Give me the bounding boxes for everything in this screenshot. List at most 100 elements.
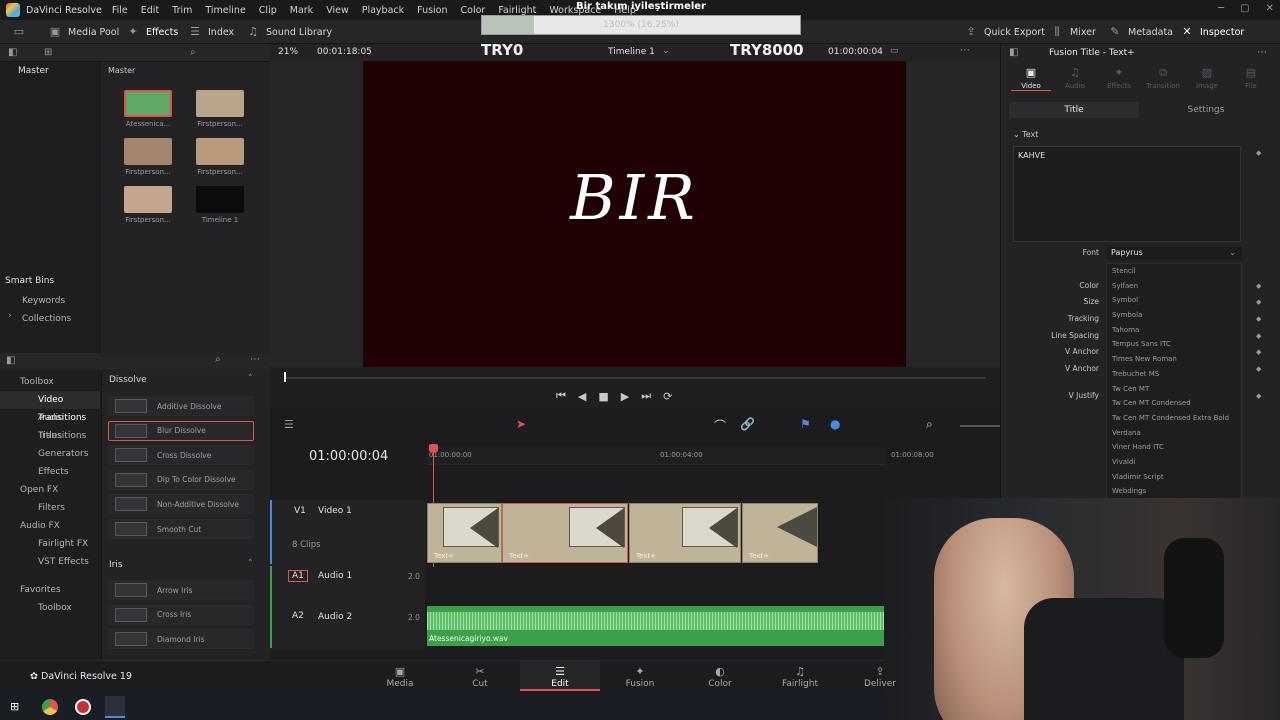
keyframe-icon[interactable]: ◆: [1256, 365, 1261, 373]
video-clip[interactable]: Text+: [742, 503, 818, 563]
workspace-icon[interactable]: ▭: [12, 26, 32, 38]
flag-icon[interactable]: ⚑: [800, 417, 811, 431]
font-option[interactable]: Verdana: [1107, 426, 1241, 441]
font-option[interactable]: Tw Cen MT Condensed: [1107, 396, 1241, 411]
font-dropdown[interactable]: Papyrus ⌄: [1106, 246, 1242, 260]
font-option[interactable]: Stencil: [1107, 264, 1241, 279]
menu-playback[interactable]: Playback: [362, 5, 404, 16]
chrome-icon[interactable]: [42, 699, 58, 715]
menu-trim[interactable]: Trim: [172, 5, 192, 16]
effects-nav-favorites[interactable]: Favorites: [20, 581, 61, 599]
effect-additive-dissolve[interactable]: Additive Dissolve: [108, 396, 254, 416]
minimize-icon[interactable]: ─: [1218, 3, 1224, 14]
snapping-icon[interactable]: ⌒: [714, 417, 726, 434]
windows-start-icon[interactable]: ⊞: [10, 700, 19, 713]
font-option[interactable]: Symbol: [1107, 293, 1241, 308]
effects-nav-video-transitions[interactable]: Video Transitions: [0, 391, 100, 423]
media-clip[interactable]: Firstperson...: [190, 138, 250, 176]
zoom-level[interactable]: 21%: [278, 47, 298, 57]
effect-diamond-iris[interactable]: Diamond Iris: [108, 629, 254, 650]
view-options-icon[interactable]: ▭: [890, 46, 899, 56]
effect-cross-dissolve[interactable]: Cross Dissolve: [108, 445, 254, 466]
menu-clip[interactable]: Clip: [259, 5, 277, 16]
close-icon[interactable]: ✕: [1266, 3, 1274, 14]
inspector-tab-transition[interactable]: ⧉ Transition: [1143, 66, 1183, 90]
smart-bin-keywords[interactable]: Keywords: [22, 292, 65, 310]
list-view-icon[interactable]: ⊞: [44, 47, 52, 58]
playhead-handle[interactable]: [429, 444, 438, 452]
font-option[interactable]: Sylfaen: [1107, 279, 1241, 294]
menu-view[interactable]: View: [326, 5, 349, 16]
media-clip[interactable]: Firstperson...: [118, 186, 178, 224]
effects-nav-vst-effects[interactable]: VST Effects: [38, 553, 89, 571]
timeline-ruler[interactable]: 01:00:00:00 01:00:04:00 01:00:08:00: [427, 447, 934, 465]
search-icon[interactable]: ⌕: [215, 354, 221, 365]
font-option[interactable]: Tahoma: [1107, 323, 1241, 338]
audio-clip[interactable]: Atessenicagiriyo.wav: [427, 606, 884, 646]
effects-nav-toolbox[interactable]: Toolbox: [20, 373, 54, 391]
smart-bin-collections[interactable]: Collections: [22, 310, 71, 328]
keyframe-icon[interactable]: ◆: [1256, 348, 1261, 356]
page-tab-cut[interactable]: ✂ Cut: [440, 665, 520, 689]
menu-timeline[interactable]: Timeline: [205, 5, 245, 16]
media-clip[interactable]: Firstperson...: [190, 90, 250, 128]
font-option[interactable]: Viner Hand ITC: [1107, 440, 1241, 455]
keyframe-icon[interactable]: ◆: [1256, 149, 1261, 157]
media-clip[interactable]: Timeline 1: [190, 186, 250, 224]
collapse-icon[interactable]: ˄: [248, 374, 253, 384]
inspector-tab-video[interactable]: ▣ Video: [1011, 66, 1051, 91]
track-name-v1[interactable]: Video 1: [318, 506, 352, 516]
keyframe-icon[interactable]: ◆: [1256, 282, 1261, 290]
effects-nav-generators[interactable]: Generators: [38, 445, 88, 463]
effects-nav-fairlight-fx[interactable]: Fairlight FX: [38, 535, 88, 553]
effects-nav-titles[interactable]: Titles: [38, 427, 62, 445]
inspector-tab-audio[interactable]: ♫ Audio: [1055, 66, 1095, 90]
stop-icon[interactable]: ■: [598, 390, 608, 403]
play-reverse-icon[interactable]: ◀: [578, 390, 586, 403]
menu-file[interactable]: File: [112, 5, 128, 16]
metadata-button[interactable]: ✎ Metadata: [1108, 26, 1173, 38]
obs-icon[interactable]: [75, 699, 91, 715]
effects-nav-open-fx[interactable]: Open FX: [20, 481, 58, 499]
more-options-icon[interactable]: ⋯: [960, 45, 970, 56]
play-icon[interactable]: ▶: [621, 390, 629, 403]
effects-nav-audio-fx[interactable]: Audio FX: [20, 517, 60, 535]
skip-end-icon[interactable]: ⏭: [641, 389, 651, 403]
davinci-taskbar-icon[interactable]: [105, 696, 125, 718]
playhead-marker[interactable]: [284, 372, 286, 382]
more-options-icon[interactable]: ⋯: [250, 354, 260, 365]
inspector-tab-file[interactable]: ▤ File: [1231, 66, 1271, 90]
effects-nav-effects[interactable]: Effects: [38, 463, 69, 481]
search-icon[interactable]: ⌕: [190, 47, 196, 58]
viewer-canvas[interactable]: BIR: [363, 61, 906, 367]
timeline-name[interactable]: Timeline 1: [608, 47, 655, 57]
font-option[interactable]: Tw Cen MT Condensed Extra Bold: [1107, 411, 1241, 426]
sound-library-button[interactable]: ♫ Sound Library: [246, 26, 332, 38]
link-icon[interactable]: 🔗: [740, 417, 755, 431]
video-clip[interactable]: Text+: [502, 503, 628, 563]
video-clip[interactable]: Text+: [629, 503, 741, 563]
text-input[interactable]: KAHVE: [1013, 146, 1241, 242]
subtab-title[interactable]: Title: [1009, 102, 1139, 118]
page-tab-media[interactable]: ▣ Media: [360, 665, 440, 689]
media-clip[interactable]: Atessenica...: [118, 90, 178, 128]
page-tab-fairlight[interactable]: ♫ Fairlight: [760, 665, 840, 689]
panel-toggle-icon[interactable]: ◧: [6, 355, 15, 366]
zoom-icon[interactable]: ⌕: [926, 417, 933, 432]
section-text-header[interactable]: ⌄ Text: [1013, 130, 1038, 139]
skip-start-icon[interactable]: ⏮: [556, 389, 566, 403]
effect-blur-dissolve[interactable]: Blur Dissolve: [108, 420, 254, 441]
effect-dip-to-color-dissolve[interactable]: Dip To Color Dissolve: [108, 469, 254, 490]
font-option[interactable]: Webdings: [1107, 484, 1241, 499]
page-tab-deliver[interactable]: ⇪ Deliver: [840, 665, 920, 689]
subtab-settings[interactable]: Settings: [1141, 102, 1271, 118]
font-option[interactable]: Vivaldi: [1107, 455, 1241, 470]
quick-export-button[interactable]: ⇪ Quick Export: [964, 26, 1045, 38]
marker-icon[interactable]: ●: [830, 417, 840, 431]
font-option[interactable]: Tw Cen MT: [1107, 382, 1241, 397]
effects-button[interactable]: ✦ Effects: [126, 26, 178, 38]
mixer-button[interactable]: ⫼ Mixer: [1050, 26, 1095, 38]
selection-tool-icon[interactable]: ➤: [516, 417, 526, 431]
keyframe-icon[interactable]: ◆: [1256, 315, 1261, 323]
font-option[interactable]: Times New Roman: [1107, 352, 1241, 367]
